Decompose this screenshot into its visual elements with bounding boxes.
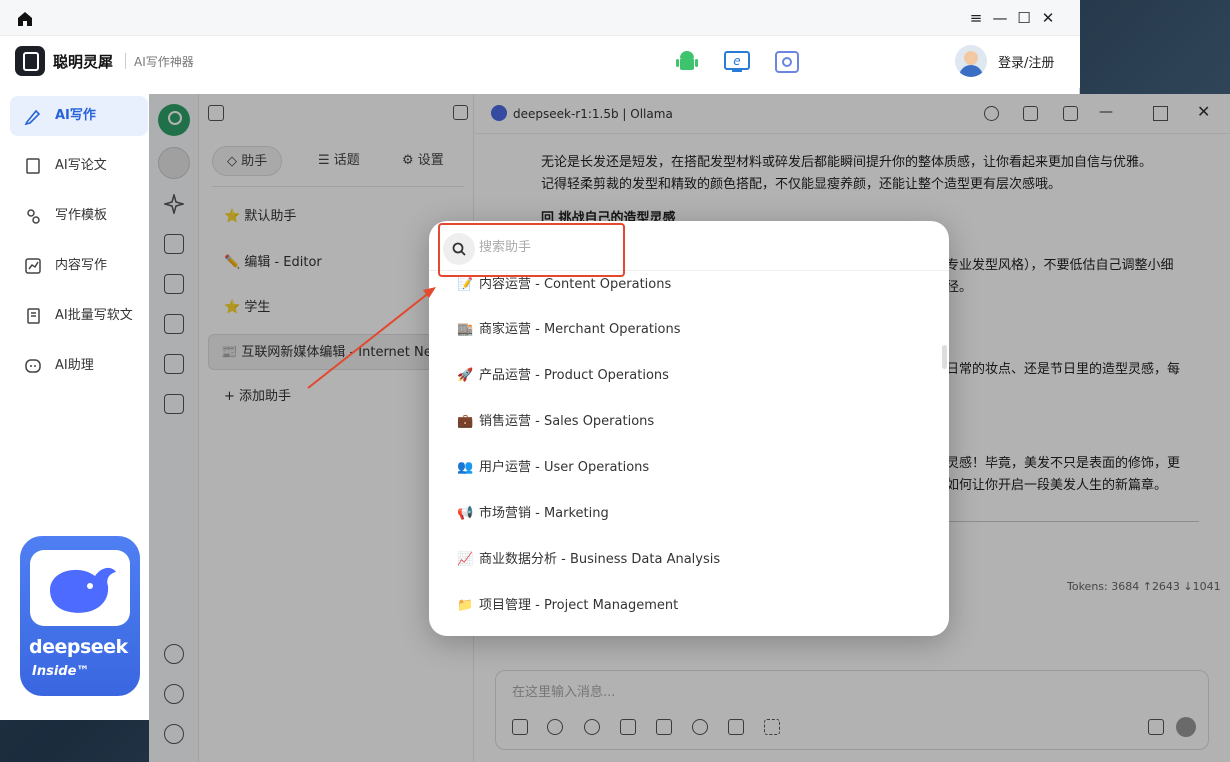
maximize-button[interactable]: ☐ (1013, 9, 1035, 27)
login-link[interactable]: 登录/注册 (998, 52, 1054, 71)
list-item[interactable]: 📈 商业数据分析 - Business Data Analysis (457, 548, 720, 572)
app-logo (15, 46, 45, 76)
app-tagline: AI写作神器 (134, 55, 194, 69)
list-item-label: 商家运营 - Merchant Operations (479, 322, 681, 337)
list-item[interactable]: 💼 销售运营 - Sales Operations (457, 410, 654, 434)
nav-ai-assistant[interactable]: AI助理 (10, 346, 148, 386)
nav-label: 内容写作 (55, 258, 108, 273)
svg-text:e: e (733, 54, 740, 68)
outer-titlebar: ≡ — ☐ ✕ (0, 0, 1080, 36)
list-item-label: 销售运营 - Sales Operations (479, 414, 655, 429)
chart-up-icon: 📈 (457, 552, 474, 567)
batch-doc-icon (27, 308, 40, 324)
users-icon: 👥 (457, 460, 474, 475)
list-item-label: 用户运营 - User Operations (479, 460, 650, 475)
list-item[interactable]: 🚀 产品运营 - Product Operations (457, 364, 669, 388)
app-name: 聪明灵犀 (53, 53, 114, 71)
avatar[interactable] (955, 45, 987, 77)
template-icon (27, 209, 40, 224)
nav-writing-template[interactable]: 写作模板 (10, 196, 148, 236)
nav-label: AI写论文 (55, 158, 107, 173)
outer-header: 聪明灵犀 AI写作神器 e 登录/注册 (0, 36, 1080, 88)
nav-label: AI批量写软文 (55, 308, 133, 323)
nav-label: 写作模板 (55, 208, 108, 223)
list-item[interactable]: 📢 市场营销 - Marketing (457, 502, 609, 526)
briefcase-icon: 💼 (457, 414, 474, 429)
pen-sparkle-icon (24, 109, 41, 125)
list-item-label: 产品运营 - Product Operations (479, 368, 669, 383)
nav-batch-writing[interactable]: AI批量写软文 (10, 296, 148, 336)
nav-label: AI写作 (55, 108, 96, 123)
list-item-label: 内容运营 - Content Operations (479, 277, 672, 292)
rocket-icon: 🚀 (457, 368, 474, 383)
settings-window-icon[interactable] (774, 49, 800, 75)
nav-ai-paper[interactable]: AI写论文 (10, 146, 148, 186)
list-item-label: 项目管理 - Project Management (479, 598, 679, 613)
menu-icon[interactable]: ≡ (965, 9, 987, 27)
home-icon[interactable] (17, 11, 33, 27)
android-icon[interactable] (674, 49, 700, 75)
list-item-label: 市场营销 - Marketing (479, 506, 609, 521)
deepseek-promo-card[interactable]: deepseek Inside™ (20, 536, 140, 696)
divider (125, 53, 126, 69)
nav-label: AI助理 (55, 358, 94, 373)
chart-doc-icon (25, 258, 41, 274)
nav-content-writing[interactable]: 内容写作 (10, 246, 148, 286)
assistant-search-modal: 📝内容运营 - Content Operations 🏬商家运营 - Merch… (429, 221, 949, 636)
nav-ai-writing[interactable]: AI写作 (10, 96, 148, 136)
list-item[interactable]: 🏬 商家运营 - Merchant Operations (457, 318, 681, 342)
list-item-label: 商业数据分析 - Business Data Analysis (479, 552, 721, 567)
list-item[interactable]: 👥 用户运营 - User Operations (457, 456, 649, 480)
paper-icon (26, 158, 40, 174)
assistant-list: 📝 内容运营 - Content Operations 🏬 商家运营 - Merch… (429, 271, 949, 636)
minimize-button[interactable]: — (989, 9, 1011, 27)
list-item[interactable]: 📁 项目管理 - Project Management (457, 594, 678, 618)
deepseek-inside-label: Inside™ (32, 664, 90, 679)
highlight-box (438, 223, 625, 277)
robot-icon (25, 359, 41, 373)
ie-browser-icon[interactable]: e (724, 49, 750, 75)
deepseek-wordmark: deepseek (29, 636, 128, 658)
store-icon: 🏬 (457, 322, 474, 337)
deepseek-whale-logo (30, 550, 130, 626)
folder-icon: 📁 (457, 598, 474, 613)
megaphone-icon: 📢 (457, 506, 474, 521)
close-button[interactable]: ✕ (1037, 9, 1059, 27)
scrollbar[interactable] (942, 345, 947, 369)
